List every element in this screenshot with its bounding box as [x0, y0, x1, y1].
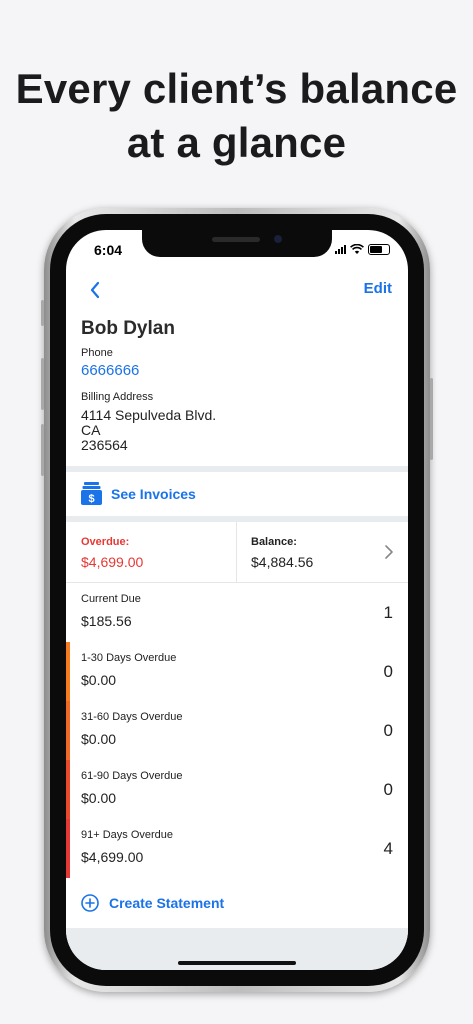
aging-amount: $0.00	[81, 790, 117, 806]
volume-up-button	[41, 358, 44, 410]
aging-amount: $185.56	[81, 613, 132, 629]
balance-amount: $4,884.56	[251, 554, 314, 570]
billing-address: 4114 Sepulveda Blvd. CA 236564	[81, 407, 217, 453]
aging-amount: $0.00	[81, 731, 117, 747]
aging-label: 91+ Days Overdue	[81, 829, 174, 841]
aging-amount: $4,699.00	[81, 849, 144, 865]
aging-label: 31-60 Days Overdue	[81, 711, 183, 723]
aging-label: 1-30 Days Overdue	[81, 652, 177, 664]
create-statement-label: Create Statement	[109, 895, 225, 911]
overdue-summary: Overdue: $4,699.00	[66, 522, 237, 582]
side-button	[430, 378, 433, 460]
balance-label: Balance:	[251, 536, 297, 548]
aging-count: 0	[383, 721, 393, 740]
home-indicator[interactable]	[178, 961, 296, 965]
status-icons	[335, 243, 390, 255]
phone-frame: 6:04 Edit Bob Dylan Phone 6666666 Billin…	[41, 208, 433, 992]
create-statement-button[interactable]: Create Statement	[66, 886, 408, 920]
aging-row-31-60[interactable]: 31-60 Days Overdue $0.00 0	[66, 701, 408, 760]
aging-row-91-plus[interactable]: 91+ Days Overdue $4,699.00 4	[66, 819, 408, 878]
speaker-grille	[212, 237, 260, 242]
aging-row-61-90[interactable]: 61-90 Days Overdue $0.00 0	[66, 760, 408, 819]
chevron-right-icon	[385, 545, 393, 559]
aging-count: 4	[383, 839, 393, 858]
front-camera	[274, 235, 282, 243]
aging-label: Current Due	[81, 593, 141, 605]
phone-number-link[interactable]: 6666666	[81, 362, 139, 379]
aging-indicator	[66, 701, 70, 760]
status-time: 6:04	[94, 242, 123, 258]
phone-label: Phone	[81, 347, 113, 359]
app-screen: 6:04 Edit Bob Dylan Phone 6666666 Billin…	[66, 230, 408, 970]
balance-summary-button[interactable]: Balance: $4,884.56	[237, 522, 408, 582]
notch	[142, 230, 332, 257]
aging-indicator	[66, 819, 70, 878]
edit-button[interactable]: Edit	[364, 280, 392, 297]
back-chevron-icon[interactable]	[84, 278, 108, 302]
balance-summary: Overdue: $4,699.00 Balance: $4,884.56	[66, 522, 408, 583]
aging-indicator	[66, 642, 70, 701]
signal-icon	[335, 244, 346, 254]
overdue-amount: $4,699.00	[81, 554, 144, 570]
aging-label: 61-90 Days Overdue	[81, 770, 183, 782]
volume-down-button	[41, 424, 44, 476]
invoices-icon: $	[81, 482, 102, 505]
aging-row-1-30[interactable]: 1-30 Days Overdue $0.00 0	[66, 642, 408, 701]
navigation-bar: Edit	[66, 274, 408, 304]
headline: Every client’s balance at a glance	[0, 62, 473, 170]
client-name: Bob Dylan	[81, 318, 175, 339]
overdue-label: Overdue:	[81, 536, 130, 548]
aging-count: 0	[383, 662, 393, 681]
aging-amount: $0.00	[81, 672, 117, 688]
aging-row-current[interactable]: Current Due $185.56 1	[66, 583, 408, 642]
battery-icon	[368, 243, 390, 255]
mute-switch	[41, 300, 44, 326]
billing-address-label: Billing Address	[81, 391, 154, 403]
see-invoices-label: See Invoices	[111, 486, 196, 502]
headline-line-1: Every client’s balance	[15, 65, 458, 112]
see-invoices-button[interactable]: $ See Invoices	[66, 472, 408, 516]
aging-count: 0	[383, 780, 393, 799]
headline-line-2: at a glance	[126, 119, 347, 166]
wifi-icon	[350, 243, 364, 254]
aging-indicator	[66, 760, 70, 819]
svg-text:$: $	[88, 493, 94, 505]
aging-count: 1	[383, 603, 393, 622]
add-circle-icon	[81, 894, 99, 912]
